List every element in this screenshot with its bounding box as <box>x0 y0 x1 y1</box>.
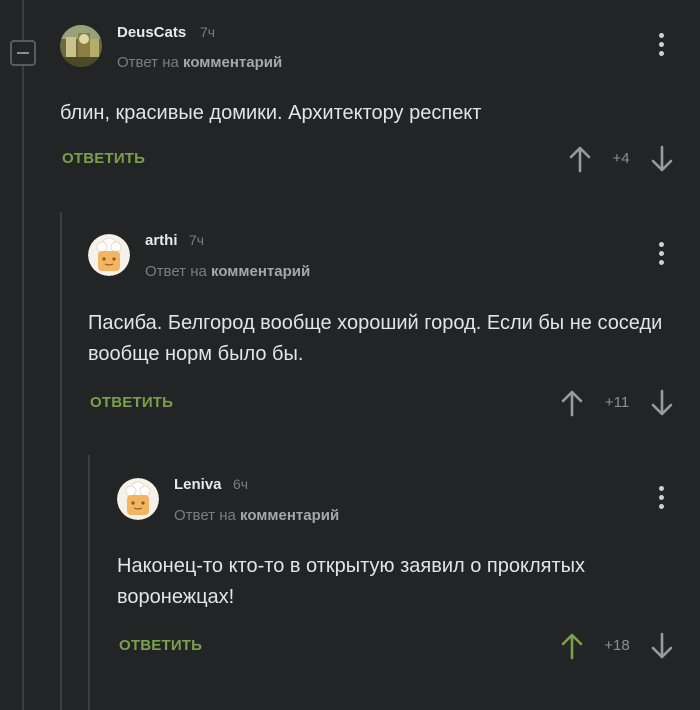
comment-time: 7ч <box>189 232 205 248</box>
vote-score: +4 <box>612 150 630 167</box>
reply-to-prefix: Ответ на <box>174 507 236 524</box>
comment-text: блин, красивые домики. Архитектору респе… <box>60 102 482 124</box>
avatar-photo-icon <box>60 25 102 67</box>
more-options-icon[interactable] <box>659 33 665 60</box>
reply-button[interactable]: ОТВЕТИТЬ <box>119 637 202 654</box>
collapse-thread-button[interactable] <box>10 40 36 66</box>
more-options-icon[interactable] <box>659 242 665 269</box>
more-options-icon[interactable] <box>659 486 665 513</box>
reply-to-line: Ответ на комментарий <box>174 507 339 524</box>
author-name[interactable]: arthi <box>145 232 178 249</box>
reply-to-prefix: Ответ на <box>145 263 207 280</box>
minus-icon <box>17 52 29 54</box>
downvote-icon[interactable] <box>650 145 674 173</box>
author-name[interactable]: DeusCats <box>117 24 186 41</box>
default-avatar-icon <box>88 234 130 276</box>
upvote-icon[interactable] <box>560 632 584 660</box>
reply-button[interactable]: ОТВЕТИТЬ <box>62 150 145 167</box>
avatar[interactable] <box>117 478 159 520</box>
avatar[interactable] <box>88 234 130 276</box>
vote-score: +18 <box>604 637 630 654</box>
thread-line <box>22 66 24 710</box>
reply-to-link[interactable]: комментарий <box>211 263 310 280</box>
reply-to-line: Ответ на комментарий <box>145 263 310 280</box>
author-name[interactable]: Leniva <box>174 476 222 493</box>
comment-text: Наконец-то кто-то в открытую заявил о пр… <box>117 555 585 608</box>
reply-to-line: Ответ на комментарий <box>117 54 282 71</box>
reply-to-link[interactable]: комментарий <box>240 507 339 524</box>
thread-line <box>60 212 62 710</box>
thread-line <box>88 455 90 710</box>
thread-line <box>22 0 24 40</box>
comment-time: 6ч <box>233 476 249 492</box>
default-avatar-icon <box>117 478 159 520</box>
downvote-icon[interactable] <box>650 389 674 417</box>
vote-score: +11 <box>604 394 630 411</box>
reply-to-prefix: Ответ на <box>117 54 179 71</box>
comment-text: Пасиба. Белгород вообще хороший город. Е… <box>88 312 663 365</box>
downvote-icon[interactable] <box>650 632 674 660</box>
reply-to-link[interactable]: комментарий <box>183 54 282 71</box>
comment-time: 7ч <box>200 24 216 40</box>
avatar[interactable] <box>60 25 102 67</box>
upvote-icon[interactable] <box>560 389 584 417</box>
reply-button[interactable]: ОТВЕТИТЬ <box>90 394 173 411</box>
upvote-icon[interactable] <box>568 145 592 173</box>
